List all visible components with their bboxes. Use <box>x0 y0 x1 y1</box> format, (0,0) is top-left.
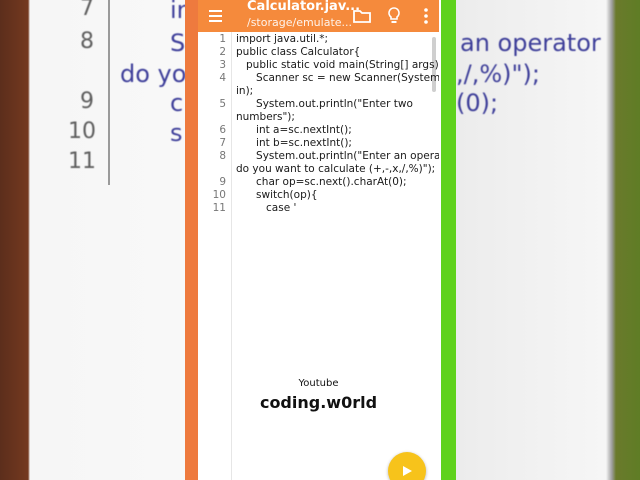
background-code-fragment: S <box>170 29 185 57</box>
code-line[interactable]: import java.util.*; <box>236 33 434 46</box>
watermark-brand: coding.w0rld <box>259 393 378 412</box>
code-line-wrap[interactable]: do you want to calculate (+,-,x,/,%)"); <box>236 163 435 176</box>
play-icon <box>403 466 412 476</box>
code-line-wrap[interactable]: numbers"); <box>236 111 434 124</box>
frame-left-edge <box>185 0 198 480</box>
background-gutter-line <box>108 0 110 185</box>
code-line[interactable]: switch(op){ <box>236 189 434 202</box>
line-number: 9 <box>219 176 226 188</box>
editor-app: Calculator.jav... /storage/emulate... 1 … <box>198 0 439 480</box>
line-number: 7 <box>219 137 226 149</box>
code-line[interactable]: int b=sc.nextInt(); <box>236 137 434 150</box>
code-line[interactable]: case ' <box>236 202 434 215</box>
folder-icon[interactable] <box>351 5 373 27</box>
file-title: Calculator.jav... <box>247 0 361 14</box>
background-line-number: 8 <box>80 29 94 54</box>
background-left: 7 8 do you 9 10 11 in S c s <box>0 0 185 480</box>
line-number: 3 <box>219 59 226 71</box>
background-code-fragment: ,/,%)"); <box>456 60 540 88</box>
background-code-fragment: (0); <box>456 89 499 117</box>
code-line[interactable]: System.out.println("Enter two <box>236 98 434 111</box>
code-line[interactable]: public static void main(String[] args) { <box>236 59 439 72</box>
background-code-fragment: an operator <box>460 29 601 57</box>
code-line[interactable]: Scanner sc = new Scanner(System. <box>236 72 439 85</box>
code-line[interactable]: int a=sc.nextInt(); <box>236 124 434 137</box>
code-line[interactable]: System.out.println("Enter an operator <box>236 150 439 163</box>
line-number: 6 <box>219 124 226 136</box>
line-number: 5 <box>219 98 226 110</box>
background-code-fragment: s <box>170 119 183 147</box>
more-vert-icon[interactable] <box>415 5 437 27</box>
line-number: 2 <box>219 46 226 58</box>
line-number: 4 <box>219 72 226 84</box>
frame-right-edge <box>441 0 456 480</box>
line-number: 8 <box>219 150 226 162</box>
background-code-fragment: c <box>170 89 184 117</box>
watermark-label: Youtube <box>298 378 339 389</box>
file-path: /storage/emulate... <box>247 16 353 29</box>
background-code-fragment: do you <box>120 60 185 88</box>
background-right: an operator ,/,%)"); (0); <box>456 0 640 480</box>
menu-icon[interactable] <box>206 6 226 26</box>
code-line-wrap[interactable]: in); <box>236 85 434 98</box>
background-line-number: 7 <box>80 0 94 21</box>
line-number: 11 <box>212 202 226 214</box>
toolbar: Calculator.jav... /storage/emulate... <box>198 0 439 32</box>
background-line-number: 11 <box>68 149 96 174</box>
code-editor[interactable]: 1 import java.util.*; 2 public class Cal… <box>198 32 439 480</box>
background-line-number: 9 <box>80 89 94 114</box>
code-line[interactable]: char op=sc.next().charAt(0); <box>236 176 434 189</box>
background-line-number: 10 <box>68 119 96 144</box>
line-number: 1 <box>219 33 226 45</box>
code-line[interactable]: public class Calculator{ <box>236 46 434 59</box>
lightbulb-icon[interactable] <box>383 5 405 27</box>
line-number: 10 <box>212 189 226 201</box>
gutter-divider <box>231 32 232 480</box>
background-code-fragment: in <box>170 0 185 24</box>
